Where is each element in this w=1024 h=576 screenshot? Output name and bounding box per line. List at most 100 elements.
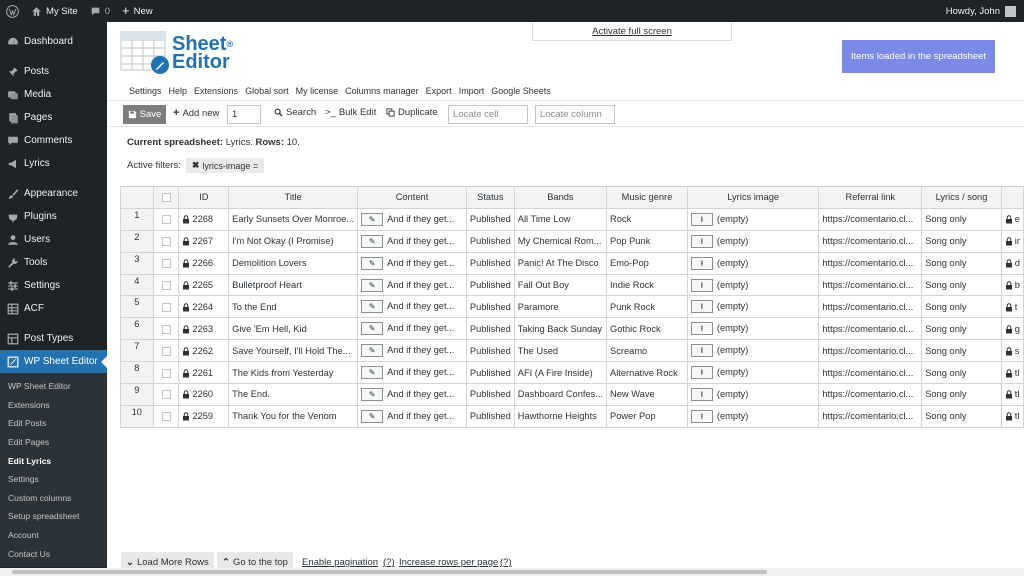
- row-select-cell[interactable]: [152, 317, 180, 341]
- extra-cell[interactable]: tl: [1000, 361, 1024, 385]
- band-cell[interactable]: Taking Back Sunday: [513, 317, 608, 341]
- lyrics-song-cell[interactable]: Song only: [921, 229, 1002, 253]
- genre-cell[interactable]: Indie Rock: [606, 273, 688, 297]
- site-name-link[interactable]: My Site: [25, 0, 84, 22]
- rows-help-link[interactable]: (?): [500, 557, 512, 568]
- row-select-cell[interactable]: [152, 339, 180, 363]
- upload-icon[interactable]: ⭱: [690, 387, 713, 401]
- remove-filter-icon[interactable]: ✖: [192, 160, 200, 171]
- status-cell[interactable]: Published: [465, 251, 515, 275]
- sidebar-item-plugins[interactable]: Plugins: [0, 205, 107, 228]
- row-number[interactable]: 3: [120, 251, 154, 275]
- edit-content-icon[interactable]: ✎: [361, 387, 384, 401]
- sidebar-item-acf[interactable]: ACF: [0, 297, 107, 320]
- submenu-edit-pages[interactable]: Edit Pages: [0, 433, 107, 452]
- extra-cell[interactable]: b: [1000, 273, 1024, 297]
- content-cell[interactable]: ✎ And if they get...: [357, 317, 467, 341]
- submenu-setup-spreadsheet[interactable]: Setup spreadsheet: [0, 507, 107, 526]
- submenu-settings[interactable]: Settings: [0, 470, 107, 489]
- content-cell[interactable]: ✎ And if they get...: [357, 207, 467, 231]
- row-number[interactable]: 1: [120, 207, 154, 231]
- content-cell[interactable]: ✎ And if they get...: [357, 383, 467, 406]
- lyrics-image-cell[interactable]: ⭱ (empty): [686, 251, 820, 275]
- sidebar-item-lyrics[interactable]: Lyrics: [0, 152, 107, 175]
- column-header-title[interactable]: Title: [228, 186, 359, 209]
- row-select-cell[interactable]: [152, 229, 180, 253]
- edit-content-icon[interactable]: ✎: [361, 322, 384, 336]
- nav-import[interactable]: Import: [459, 86, 485, 96]
- wordpress-logo-icon[interactable]: [0, 0, 25, 22]
- genre-cell[interactable]: Power Pop: [606, 404, 688, 428]
- lyrics-song-cell[interactable]: Song only: [921, 295, 1002, 319]
- add-new-button[interactable]: + Add new: [173, 107, 219, 119]
- pagination-help-link[interactable]: (?): [383, 557, 395, 568]
- content-cell[interactable]: ✎ And if they get...: [357, 339, 467, 363]
- lyrics-image-cell[interactable]: ⭱ (empty): [686, 295, 820, 319]
- upload-icon[interactable]: ⭱: [690, 234, 713, 248]
- row-checkbox[interactable]: [161, 237, 171, 247]
- edit-content-icon[interactable]: ✎: [361, 278, 384, 292]
- lyrics-image-cell[interactable]: ⭱ (empty): [686, 361, 820, 385]
- upload-icon[interactable]: ⭱: [690, 212, 713, 226]
- row-number[interactable]: 8: [120, 361, 154, 385]
- nav-export[interactable]: Export: [426, 86, 452, 96]
- submenu-extensions[interactable]: Extensions: [0, 396, 107, 415]
- genre-cell[interactable]: Screamo: [606, 339, 688, 363]
- row-number[interactable]: 6: [120, 317, 154, 341]
- extra-cell[interactable]: g: [1000, 317, 1024, 341]
- lyrics-song-cell[interactable]: Song only: [921, 251, 1002, 275]
- title-cell[interactable]: Give 'Em Hell, Kid: [228, 317, 359, 341]
- title-cell[interactable]: Early Sunsets Over Monroe...: [228, 207, 359, 231]
- row-checkbox[interactable]: [161, 412, 171, 422]
- content-cell[interactable]: ✎ And if they get...: [357, 404, 467, 428]
- enable-pagination-link[interactable]: Enable pagination: [302, 557, 378, 568]
- submenu-edit-lyrics[interactable]: Edit Lyrics: [0, 451, 107, 470]
- genre-cell[interactable]: Gothic Rock: [606, 317, 688, 341]
- sidebar-item-dashboard[interactable]: Dashboard: [0, 30, 107, 53]
- nav-help[interactable]: Help: [169, 86, 188, 96]
- extra-cell[interactable]: tl: [1000, 404, 1024, 428]
- extra-cell[interactable]: e: [1000, 207, 1024, 231]
- referral-link-cell[interactable]: https://comentario.cl...: [818, 404, 923, 428]
- lyrics-image-cell[interactable]: ⭱ (empty): [686, 383, 820, 406]
- title-cell[interactable]: Demolition Lovers: [228, 251, 359, 275]
- band-cell[interactable]: Fall Out Boy: [513, 273, 608, 297]
- lyrics-song-cell[interactable]: Song only: [921, 317, 1002, 341]
- nav-columns-manager[interactable]: Columns manager: [345, 86, 419, 96]
- edit-content-icon[interactable]: ✎: [361, 344, 384, 358]
- band-cell[interactable]: Hawthorne Heights: [513, 404, 608, 428]
- row-checkbox[interactable]: [161, 259, 171, 269]
- row-checkbox[interactable]: [161, 324, 171, 334]
- select-all-checkbox[interactable]: [161, 193, 171, 203]
- band-cell[interactable]: Paramore: [513, 295, 608, 319]
- referral-link-cell[interactable]: https://comentario.cl...: [818, 383, 923, 406]
- row-checkbox[interactable]: [161, 368, 171, 378]
- lyrics-song-cell[interactable]: Song only: [921, 207, 1002, 231]
- band-cell[interactable]: Panic! At The Disco: [513, 251, 608, 275]
- column-header-referral-link[interactable]: Referral link: [818, 186, 923, 209]
- nav-settings[interactable]: Settings: [129, 86, 162, 96]
- lyrics-song-cell[interactable]: Song only: [921, 339, 1002, 363]
- genre-cell[interactable]: Rock: [606, 207, 688, 231]
- upload-icon[interactable]: ⭱: [690, 278, 713, 292]
- content-cell[interactable]: ✎ And if they get...: [357, 361, 467, 385]
- extra-cell[interactable]: s: [1000, 339, 1024, 363]
- lyrics-image-cell[interactable]: ⭱ (empty): [686, 317, 820, 341]
- referral-link-cell[interactable]: https://comentario.cl...: [818, 207, 923, 231]
- submenu-account[interactable]: Account: [0, 526, 107, 545]
- band-cell[interactable]: My Chemical Rom...: [513, 229, 608, 253]
- lyrics-song-cell[interactable]: Song only: [921, 361, 1002, 385]
- lyrics-image-cell[interactable]: ⭱ (empty): [686, 229, 820, 253]
- row-select-cell[interactable]: [152, 273, 180, 297]
- lyrics-image-cell[interactable]: ⭱ (empty): [686, 273, 820, 297]
- row-select-cell[interactable]: [152, 295, 180, 319]
- content-cell[interactable]: ✎ And if they get...: [357, 229, 467, 253]
- column-header-extra[interactable]: [1000, 186, 1024, 209]
- upload-icon[interactable]: ⭱: [690, 409, 713, 423]
- filter-chip[interactable]: ✖ lyrics-image =: [185, 158, 265, 173]
- edit-content-icon[interactable]: ✎: [361, 300, 384, 314]
- content-cell[interactable]: ✎ And if they get...: [357, 295, 467, 319]
- nav-global-sort[interactable]: Global sort: [245, 86, 289, 96]
- upload-icon[interactable]: ⭱: [690, 344, 713, 358]
- activate-full-screen-link[interactable]: Activate full screen: [532, 22, 732, 41]
